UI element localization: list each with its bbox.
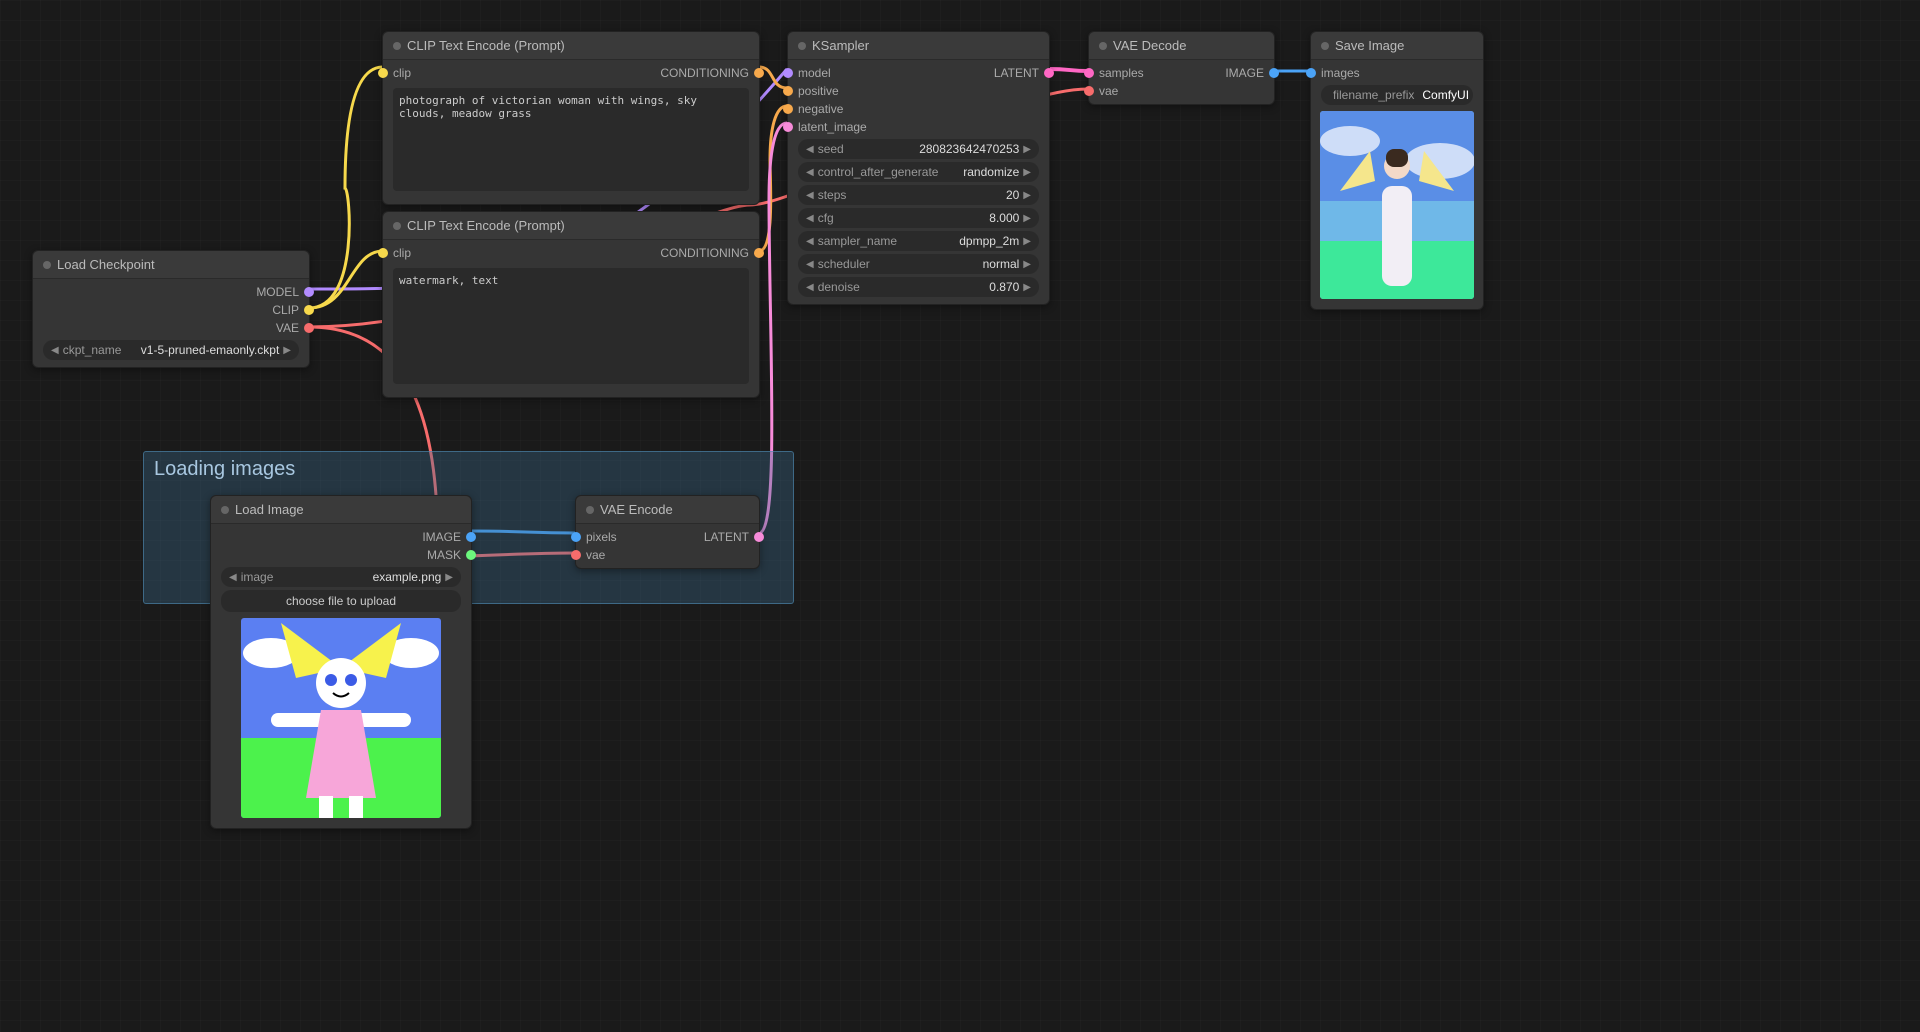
collapse-dot-icon[interactable] — [221, 506, 229, 514]
arrow-right-icon[interactable]: ▶ — [1023, 190, 1031, 201]
input-positive[interactable]: positive — [788, 82, 1049, 100]
arrow-left-icon[interactable]: ◀ — [806, 144, 814, 155]
widget-image[interactable]: ◀ image example.png ▶ — [221, 567, 461, 587]
input-latent-image[interactable]: latent_image — [788, 118, 1049, 136]
input-images[interactable]: images — [1311, 64, 1483, 82]
node-load-image[interactable]: Load Image IMAGE MASK ◀ image example.pn… — [210, 495, 472, 829]
node-save-image[interactable]: Save Image images filename_prefix ComfyU… — [1310, 31, 1484, 310]
output-vae[interactable]: VAE — [33, 319, 309, 337]
widget-control_after_generate[interactable]: ◀ control_after_generate randomize ▶ — [798, 162, 1039, 182]
node-title: VAE Encode — [600, 502, 673, 517]
collapse-dot-icon[interactable] — [586, 506, 594, 514]
node-load-checkpoint[interactable]: Load Checkpoint MODEL CLIP VAE ◀ ckpt_na… — [32, 250, 310, 368]
output-image[interactable]: IMAGE — [211, 528, 471, 546]
node-header[interactable]: Load Checkpoint — [33, 251, 309, 279]
arrow-right-icon[interactable]: ▶ — [283, 345, 291, 356]
output-model[interactable]: MODEL — [33, 283, 309, 301]
collapse-dot-icon[interactable] — [393, 222, 401, 230]
arrow-left-icon[interactable]: ◀ — [51, 345, 59, 356]
widget-cfg[interactable]: ◀ cfg 8.000 ▶ — [798, 208, 1039, 228]
widget-steps[interactable]: ◀ steps 20 ▶ — [798, 185, 1039, 205]
arrow-right-icon[interactable]: ▶ — [1023, 213, 1031, 224]
collapse-dot-icon[interactable] — [43, 261, 51, 269]
node-clip-text-encode-positive[interactable]: CLIP Text Encode (Prompt) clip CONDITION… — [382, 31, 760, 205]
collapse-dot-icon[interactable] — [393, 42, 401, 50]
node-vae-encode[interactable]: VAE Encode pixels LATENT vae — [575, 495, 760, 569]
node-title: Load Image — [235, 502, 304, 517]
node-header[interactable]: CLIP Text Encode (Prompt) — [383, 212, 759, 240]
arrow-right-icon[interactable]: ▶ — [1023, 167, 1031, 178]
node-header[interactable]: KSampler — [788, 32, 1049, 60]
node-vae-decode[interactable]: VAE Decode samples IMAGE vae — [1088, 31, 1275, 105]
node-header[interactable]: VAE Encode — [576, 496, 759, 524]
widget-seed[interactable]: ◀ seed 280823642470253 ▶ — [798, 139, 1039, 159]
node-ksampler[interactable]: KSampler model LATENT positive negative … — [787, 31, 1050, 305]
arrow-right-icon[interactable]: ▶ — [1023, 282, 1031, 293]
node-header[interactable]: Load Image — [211, 496, 471, 524]
node-title: Save Image — [1335, 38, 1404, 53]
input-vae[interactable]: vae — [1089, 82, 1274, 100]
node-title: CLIP Text Encode (Prompt) — [407, 38, 565, 53]
node-title: KSampler — [812, 38, 869, 53]
node-header[interactable]: Save Image — [1311, 32, 1483, 60]
prompt-textarea[interactable] — [393, 88, 749, 191]
widget-sampler_name[interactable]: ◀ sampler_name dpmpp_2m ▶ — [798, 231, 1039, 251]
group-title: Loading images — [144, 452, 793, 487]
input-vae[interactable]: vae — [576, 546, 759, 564]
collapse-dot-icon[interactable] — [1099, 42, 1107, 50]
prompt-textarea[interactable] — [393, 268, 749, 384]
arrow-left-icon[interactable]: ◀ — [806, 282, 814, 293]
arrow-left-icon[interactable]: ◀ — [806, 236, 814, 247]
arrow-right-icon[interactable]: ▶ — [445, 572, 453, 583]
arrow-left-icon[interactable]: ◀ — [806, 190, 814, 201]
node-title: VAE Decode — [1113, 38, 1186, 53]
node-title: CLIP Text Encode (Prompt) — [407, 218, 565, 233]
output-image-preview — [1320, 111, 1474, 299]
widget-filename-prefix[interactable]: filename_prefix ComfyUI — [1321, 85, 1473, 105]
arrow-left-icon[interactable]: ◀ — [806, 213, 814, 224]
widget-denoise[interactable]: ◀ denoise 0.870 ▶ — [798, 277, 1039, 297]
arrow-left-icon[interactable]: ◀ — [229, 572, 237, 583]
arrow-right-icon[interactable]: ▶ — [1023, 259, 1031, 270]
widget-ckpt-name[interactable]: ◀ ckpt_name v1-5-pruned-emaonly.ckpt ▶ — [43, 340, 299, 360]
node-graph-canvas[interactable]: Loading images Load Checkpoint MODEL CLI… — [0, 0, 1920, 1032]
input-negative[interactable]: negative — [788, 100, 1049, 118]
upload-button[interactable]: choose file to upload — [221, 590, 461, 612]
input-clip[interactable]: clip CONDITIONING — [383, 244, 759, 262]
arrow-left-icon[interactable]: ◀ — [806, 259, 814, 270]
output-mask[interactable]: MASK — [211, 546, 471, 564]
node-header[interactable]: VAE Decode — [1089, 32, 1274, 60]
node-header[interactable]: CLIP Text Encode (Prompt) — [383, 32, 759, 60]
output-clip[interactable]: CLIP — [33, 301, 309, 319]
node-clip-text-encode-negative[interactable]: CLIP Text Encode (Prompt) clip CONDITION… — [382, 211, 760, 398]
widget-scheduler[interactable]: ◀ scheduler normal ▶ — [798, 254, 1039, 274]
arrow-left-icon[interactable]: ◀ — [806, 167, 814, 178]
input-pixels[interactable]: pixels LATENT — [576, 528, 759, 546]
arrow-right-icon[interactable]: ▶ — [1023, 144, 1031, 155]
input-image-preview — [241, 618, 441, 818]
input-model[interactable]: model LATENT — [788, 64, 1049, 82]
input-samples[interactable]: samples IMAGE — [1089, 64, 1274, 82]
node-title: Load Checkpoint — [57, 257, 155, 272]
collapse-dot-icon[interactable] — [798, 42, 806, 50]
arrow-right-icon[interactable]: ▶ — [1023, 236, 1031, 247]
collapse-dot-icon[interactable] — [1321, 42, 1329, 50]
input-clip[interactable]: clip CONDITIONING — [383, 64, 759, 82]
